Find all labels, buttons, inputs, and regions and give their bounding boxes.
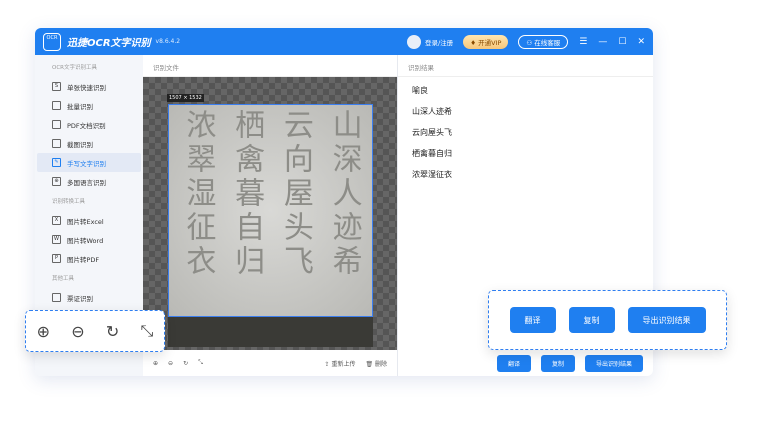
- export-button[interactable]: 导出识别结果: [584, 354, 643, 372]
- result-line: 栖禽暮自归: [412, 149, 452, 158]
- sidebar-item-icon: [52, 293, 61, 302]
- vip-button[interactable]: ♦ 开通VIP: [463, 34, 509, 49]
- zoom-out-icon[interactable]: ⊖: [71, 322, 84, 341]
- file-toolbar: ⊕ ⊖ ↻ ⤡ ⇪ 重新上传 🗑 删除: [143, 350, 397, 376]
- sidebar-item-label: 图片转Excel: [67, 217, 104, 226]
- translate-button[interactable]: 翻译: [496, 354, 531, 372]
- sidebar-item-label: 多国语言识别: [67, 178, 106, 187]
- image-canvas[interactable]: 1507 × 1532 山深人迹希 云向屋头飞 栖禽暮自归 浓翠湿征衣: [143, 77, 397, 350]
- sidebar-item-icon: ✎: [52, 158, 61, 167]
- vip-label: 开通VIP: [478, 38, 502, 47]
- sidebar-item[interactable]: X 图片转Excel: [37, 211, 141, 230]
- sidebar-item[interactable]: ⊕ 多国语言识别: [37, 172, 141, 191]
- sidebar-item-icon: ⊕: [52, 177, 61, 186]
- delete-label: 删除: [374, 360, 387, 368]
- delete-button[interactable]: 🗑 删除: [365, 359, 387, 368]
- sidebar-item-icon: [52, 120, 61, 129]
- image-size-label: 1507 × 1532: [167, 94, 204, 102]
- avatar[interactable]: [406, 34, 421, 49]
- result-panel-header: 识别结果: [398, 55, 653, 77]
- copy-button[interactable]: 复制: [540, 354, 575, 372]
- result-toolbar: 翻译 复制 导出识别结果: [398, 350, 653, 376]
- calligraphy-column: 浓翠湿征衣: [180, 109, 216, 279]
- rotate-icon[interactable]: ↻: [183, 360, 188, 367]
- result-line: 云向屋头飞: [412, 128, 452, 137]
- sidebar-item[interactable]: P 图片转PDF: [37, 249, 141, 268]
- sidebar-item-label: 批量识别: [67, 102, 93, 111]
- menu-icon[interactable]: ☰: [579, 37, 587, 47]
- sidebar-item[interactable]: 批量识别: [37, 96, 141, 115]
- calligraphy-column: 栖禽暮自归: [229, 109, 265, 279]
- rotate-icon[interactable]: ↻: [106, 322, 119, 341]
- sidebar-item[interactable]: ✎ 手写文字识别: [37, 153, 141, 172]
- sidebar-item-icon: [52, 139, 61, 148]
- sidebar-section-title: 识别转换工具: [52, 199, 86, 205]
- login-link[interactable]: 登录/注册: [425, 37, 453, 47]
- maximize-icon[interactable]: ☐: [618, 37, 626, 47]
- image-tools-callout: ⊕ ⊖ ↻ ⤡: [25, 310, 165, 352]
- service-button[interactable]: ⚇ 在线客服: [518, 34, 569, 49]
- sidebar-item-label: 票证识别: [67, 294, 93, 303]
- sidebar-item-icon: P: [52, 254, 61, 263]
- fit-icon[interactable]: ⤡: [141, 321, 154, 341]
- reupload-button[interactable]: ⇪ 重新上传: [325, 359, 356, 368]
- sidebar-section-title: 其他工具: [52, 276, 75, 282]
- image-bottom-strip: [168, 317, 373, 347]
- export-button-large[interactable]: 导出识别结果: [627, 307, 706, 333]
- app-logo: OCR: [43, 32, 61, 51]
- file-panel: 识别文件 1507 × 1532 山深人迹希 云向屋头飞 栖禽暮自归 浓翠湿征衣 ⊕ …: [143, 55, 398, 376]
- translate-button-large[interactable]: 翻译: [509, 307, 556, 333]
- copy-button-large[interactable]: 复制: [568, 307, 615, 333]
- sidebar-item-label: PDF文档识别: [67, 121, 106, 130]
- service-label: 在线客服: [534, 38, 561, 47]
- sidebar-item-label: 图片转Word: [67, 236, 104, 245]
- calligraphy-column: 云向屋头飞: [277, 109, 313, 279]
- sidebar-item-label: 图片转PDF: [67, 255, 100, 264]
- app-version: v8.6.4.2: [155, 38, 181, 45]
- close-icon[interactable]: ✕: [637, 37, 645, 47]
- sidebar-section-title: OCR文字识别工具: [52, 65, 97, 71]
- sidebar-item-label: 手写文字识别: [67, 159, 106, 168]
- sidebar-item-label: 单张快速识别: [67, 83, 106, 92]
- result-line: 喻良: [412, 86, 428, 95]
- sidebar-item-icon: [52, 101, 61, 110]
- zoom-out-icon[interactable]: ⊖: [168, 360, 173, 367]
- uploaded-image[interactable]: 山深人迹希 云向屋头飞 栖禽暮自归 浓翠湿征衣: [168, 104, 373, 317]
- result-line: 山深人迹希: [412, 107, 452, 116]
- sidebar-item[interactable]: 票证识别: [37, 288, 141, 307]
- sidebar-item-label: 截图识别: [67, 140, 93, 149]
- title-bar: OCR 迅捷OCR文字识别 v8.6.4.2 登录/注册 ♦ 开通VIP ⚇ 在…: [35, 28, 653, 55]
- app-title: 迅捷OCR文字识别: [67, 38, 151, 49]
- sidebar-item[interactable]: S 单张快速识别: [37, 77, 141, 96]
- sidebar-item[interactable]: W 图片转Word: [37, 230, 141, 249]
- zoom-in-icon[interactable]: ⊕: [153, 360, 158, 367]
- result-actions-callout: 翻译 复制 导出识别结果: [488, 290, 727, 350]
- sidebar-item[interactable]: 截图识别: [37, 134, 141, 153]
- sidebar-item[interactable]: PDF文档识别: [37, 115, 141, 134]
- sidebar-item-icon: X: [52, 216, 61, 225]
- file-panel-header: 识别文件: [143, 55, 397, 77]
- sidebar-item-icon: W: [52, 235, 61, 244]
- sidebar-item-icon: S: [52, 82, 61, 91]
- result-line: 浓翠湿征衣: [412, 170, 452, 179]
- zoom-in-icon[interactable]: ⊕: [37, 322, 50, 341]
- calligraphy-column: 山深人迹希: [326, 109, 362, 279]
- minimize-icon[interactable]: —: [598, 37, 607, 47]
- reupload-label: 重新上传: [331, 360, 356, 368]
- fit-icon[interactable]: ⤡: [198, 359, 203, 367]
